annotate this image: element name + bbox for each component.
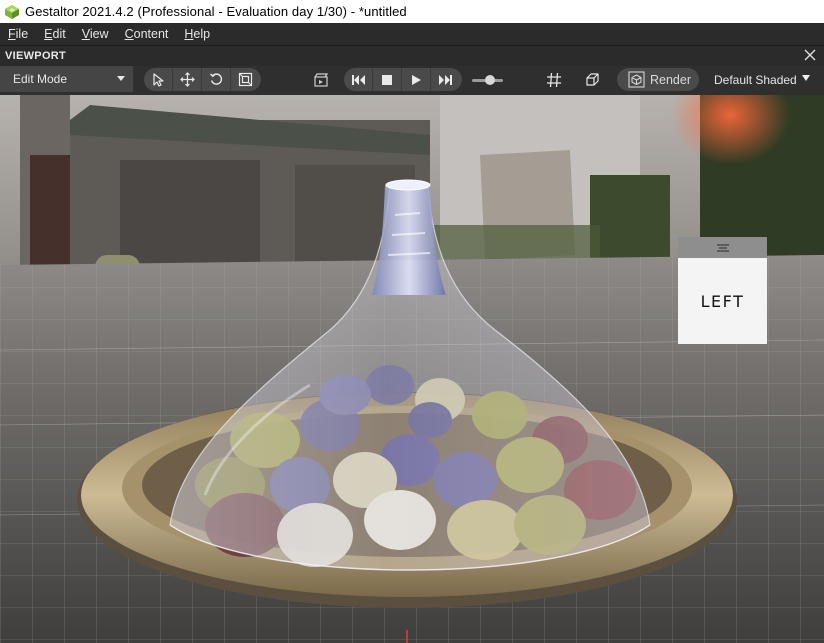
rotate-tool-button[interactable]	[202, 68, 231, 91]
play-icon	[412, 74, 421, 85]
menu-bar: File Edit View Content Help	[0, 23, 824, 45]
navigation-cube[interactable]: LEFT	[678, 237, 767, 344]
menu-label: iew	[89, 27, 109, 41]
stop-icon	[382, 74, 392, 85]
viewport-toolbar: Edit Mode Render Default Shaded	[0, 66, 824, 95]
menu-mnemonic: C	[124, 27, 134, 41]
play-button[interactable]	[402, 68, 431, 91]
menu-mnemonic: E	[44, 27, 53, 41]
viewport-scene	[0, 95, 824, 643]
title-bar: Gestaltor 2021.4.2 (Professional - Evalu…	[0, 0, 824, 23]
scale-tool-button[interactable]	[231, 68, 260, 91]
gestaltor-app-icon	[4, 4, 20, 20]
playback-controls	[344, 68, 462, 91]
skip-back-button[interactable]	[344, 68, 373, 91]
menu-mnemonic: V	[81, 27, 90, 41]
nav-cube-face-label: LEFT	[700, 291, 745, 311]
chevron-down-icon	[802, 75, 810, 81]
move-tool-button[interactable]	[173, 68, 202, 91]
nav-cube-face[interactable]: LEFT	[678, 258, 767, 344]
skip-back-icon	[351, 74, 365, 85]
render-cube-icon	[628, 71, 645, 88]
wireframe-toggle-button[interactable]	[582, 70, 602, 90]
menu-content[interactable]: Content	[117, 23, 177, 45]
select-arrow-icon	[153, 72, 164, 87]
move-icon	[179, 72, 195, 87]
menu-edit[interactable]: Edit	[36, 23, 74, 45]
rotate-icon	[209, 73, 222, 85]
cube-outline-icon	[586, 73, 599, 86]
mode-dropdown[interactable]: Edit Mode	[0, 66, 133, 92]
shading-mode-dropdown[interactable]: Default Shaded	[706, 66, 824, 93]
menu-label: ile	[15, 27, 29, 41]
window-title: Gestaltor 2021.4.2 (Professional - Evalu…	[25, 4, 407, 19]
timeline-slider-handle[interactable]	[485, 75, 495, 85]
shading-mode-value: Default Shaded	[714, 72, 797, 87]
menu-label: elp	[193, 27, 211, 41]
select-tool-button[interactable]	[144, 68, 173, 91]
menu-view[interactable]: View	[74, 23, 117, 45]
camera-clip-icon	[314, 73, 329, 87]
menu-label: dit	[52, 27, 66, 41]
grid-hash-icon	[547, 72, 561, 88]
chevron-down-icon	[117, 76, 125, 81]
mode-dropdown-value: Edit Mode	[13, 72, 68, 86]
cube-menu-icon	[716, 243, 729, 252]
scale-icon	[238, 72, 253, 87]
close-icon[interactable]	[802, 47, 818, 63]
nav-cube-top[interactable]	[678, 237, 767, 258]
render-button-label: Render	[650, 72, 691, 87]
menu-file[interactable]: File	[0, 23, 36, 45]
stop-button[interactable]	[373, 68, 402, 91]
transform-tools-group	[144, 68, 261, 91]
menu-label: ontent	[133, 27, 169, 41]
skip-forward-icon	[439, 74, 452, 85]
panel-title: VIEWPORT	[5, 50, 67, 62]
menu-help[interactable]: Help	[176, 23, 218, 45]
render-button[interactable]: Render	[617, 68, 699, 91]
3d-viewport[interactable]: LEFT	[0, 95, 824, 643]
menu-mnemonic: F	[8, 27, 16, 41]
skip-forward-button[interactable]	[431, 68, 460, 91]
grid-toggle-button[interactable]	[544, 70, 564, 90]
camera-button[interactable]	[311, 70, 331, 90]
viewport-panel-header: VIEWPORT	[0, 45, 824, 66]
